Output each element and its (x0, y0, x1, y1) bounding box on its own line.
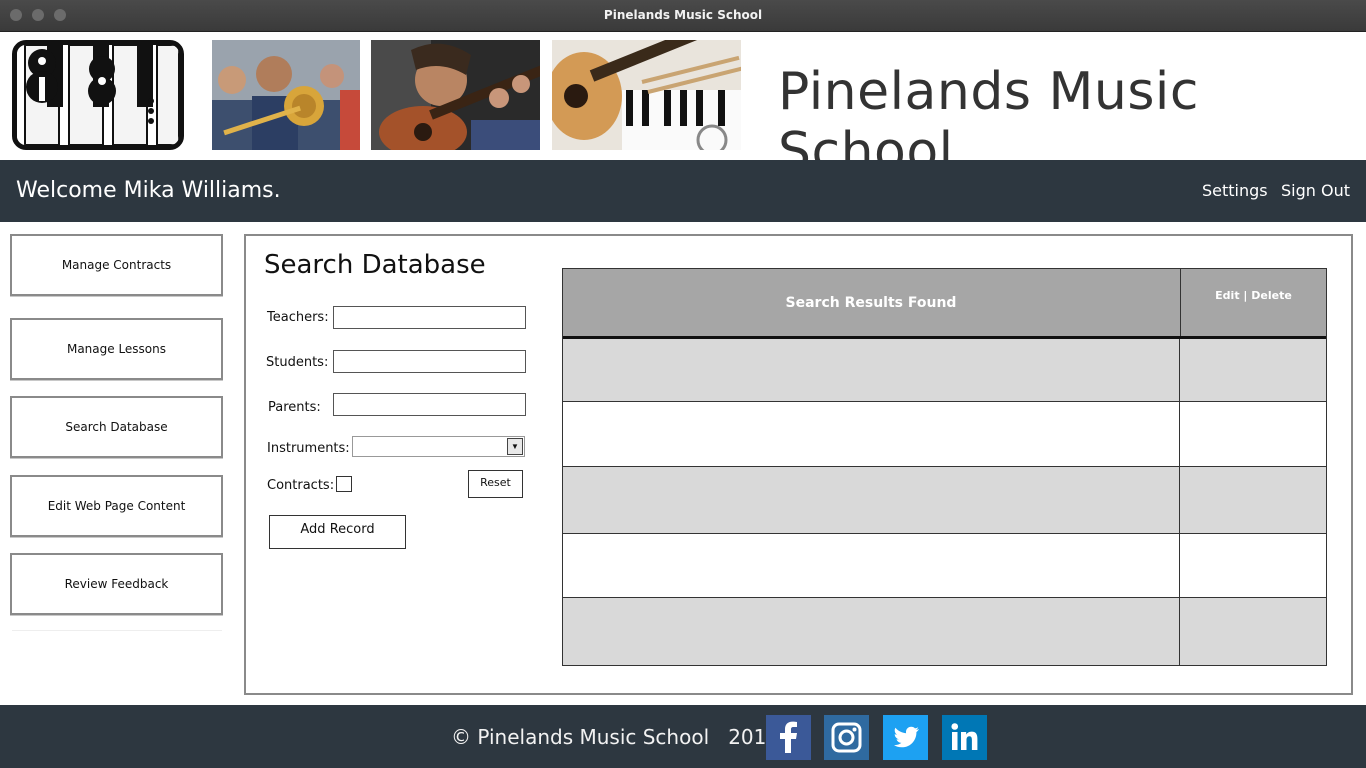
school-logo (12, 40, 184, 150)
parents-input[interactable] (333, 393, 526, 416)
results-header: Search Results Found Edit | Delete (563, 269, 1326, 339)
teachers-input[interactable] (333, 306, 526, 329)
instruments-label: Instruments: (267, 441, 350, 456)
student-guitar-photo (371, 40, 540, 150)
sidebar-divider (12, 630, 222, 631)
result-actions-cell[interactable] (1179, 598, 1326, 665)
table-row[interactable] (563, 339, 1326, 402)
site-footer: © Pinelands Music School 2018 (0, 705, 1366, 768)
instagram-icon[interactable] (824, 715, 869, 760)
table-row[interactable] (563, 467, 1326, 534)
contracts-checkbox[interactable] (336, 476, 352, 492)
sidebar-item-label: Search Database (65, 420, 168, 434)
contracts-label: Contracts: (267, 478, 335, 493)
table-row[interactable] (563, 402, 1326, 467)
result-cell (563, 598, 1179, 665)
result-cell (563, 534, 1179, 597)
table-row[interactable] (563, 598, 1326, 665)
result-actions-cell[interactable] (1179, 467, 1326, 533)
reset-button[interactable]: Reset (468, 470, 523, 498)
sidebar-item-label: Manage Lessons (66, 342, 167, 356)
window-titlebar: Pinelands Music School (0, 0, 1366, 32)
result-cell (563, 339, 1179, 401)
sidebar-item-review-feedback[interactable]: Review Feedback (10, 553, 223, 615)
linkedin-icon[interactable] (942, 715, 987, 760)
result-actions-cell[interactable] (1179, 339, 1326, 401)
page-title: Search Database (264, 250, 486, 280)
results-header-actions: Edit | Delete (1180, 269, 1326, 336)
add-record-button[interactable]: Add Record (269, 515, 406, 549)
result-actions-cell[interactable] (1179, 402, 1326, 466)
welcome-message: Welcome Mika Williams. (16, 178, 281, 203)
chevron-down-icon[interactable]: ▼ (507, 438, 523, 455)
ukulele-piano-photo (552, 40, 741, 150)
sidebar-item-label: Manage Contracts (61, 258, 172, 272)
sign-out-link[interactable]: Sign Out (1281, 181, 1350, 200)
add-record-button-label: Add Record (300, 522, 375, 537)
result-actions-cell[interactable] (1179, 534, 1326, 597)
sidebar-item-label: Edit Web Page Content (47, 499, 186, 513)
settings-link[interactable]: Settings (1202, 181, 1268, 200)
sidebar-item-manage-contracts[interactable]: Manage Contracts (10, 234, 223, 296)
twitter-icon[interactable] (883, 715, 928, 760)
search-panel: Search Database Teachers: Students: Pare… (244, 234, 1353, 695)
teachers-label: Teachers: (267, 310, 329, 325)
students-trombone-photo (212, 40, 360, 150)
facebook-icon[interactable] (766, 715, 811, 760)
sidebar-item-manage-lessons[interactable]: Manage Lessons (10, 318, 223, 380)
table-row[interactable] (563, 534, 1326, 598)
parents-label: Parents: (268, 400, 321, 415)
window-title: Pinelands Music School (603, 8, 763, 22)
results-header-title: Search Results Found (785, 294, 957, 311)
instruments-select[interactable]: ▼ (352, 436, 525, 457)
copyright-text: © Pinelands Music School 2018 (451, 725, 780, 749)
result-cell (563, 467, 1179, 533)
sidebar-item-label: Review Feedback (64, 577, 169, 591)
reset-button-label: Reset (480, 476, 511, 489)
students-input[interactable] (333, 350, 526, 373)
top-navbar: Welcome Mika Williams. Settings Sign Out (0, 160, 1366, 222)
sidebar-item-search-database[interactable]: Search Database (10, 396, 223, 458)
result-cell (563, 402, 1179, 466)
search-results-table: Search Results Found Edit | Delete (562, 268, 1327, 666)
site-header: Pinelands Music School (0, 32, 1366, 182)
students-label: Students: (266, 355, 329, 370)
sidebar-item-edit-web-page-content[interactable]: Edit Web Page Content (10, 475, 223, 537)
